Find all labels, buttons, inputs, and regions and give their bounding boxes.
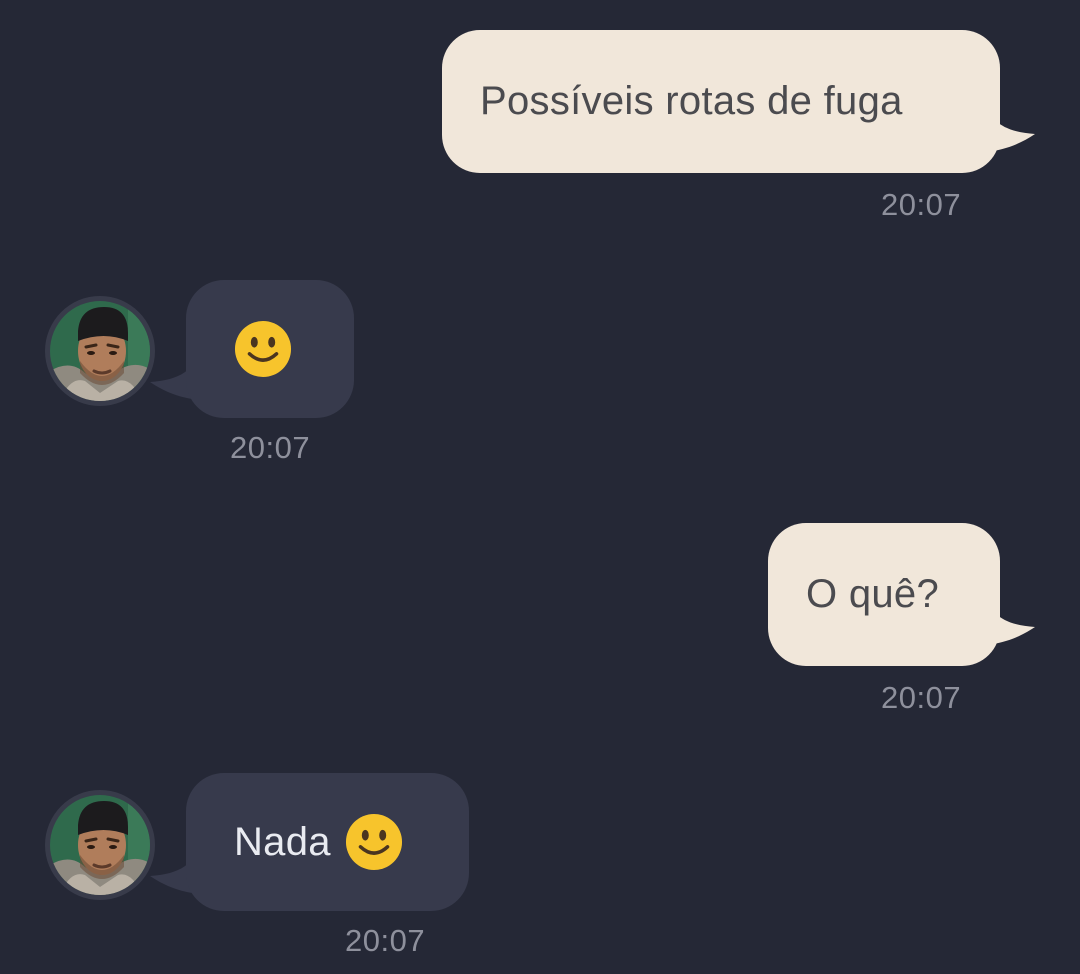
message-timestamp: 20:07 xyxy=(881,680,962,715)
message-timestamp: 20:07 xyxy=(230,430,311,465)
message-bubble[interactable]: Nada xyxy=(186,773,469,911)
message-timestamp: 20:07 xyxy=(345,923,426,958)
chat-screen: { "messages": [ {"id": "m1", "direction"… xyxy=(0,0,1080,974)
message-text: O quê? xyxy=(806,572,940,616)
slightly-smiling-face-emoji xyxy=(345,813,403,871)
avatar-photo xyxy=(50,301,150,401)
bubble-tail xyxy=(985,100,1035,152)
avatar-photo xyxy=(50,795,150,895)
bubble-tail xyxy=(985,593,1035,645)
slightly-smiling-face-emoji xyxy=(234,320,292,378)
message-timestamp: 20:07 xyxy=(881,187,962,222)
message-bubble[interactable]: Possíveis rotas de fuga xyxy=(442,30,1000,173)
contact-avatar[interactable] xyxy=(45,296,155,406)
message-bubble[interactable]: O quê? xyxy=(768,523,1000,666)
message-text: Possíveis rotas de fuga xyxy=(480,79,903,123)
message-bubble[interactable] xyxy=(186,280,354,418)
contact-avatar[interactable] xyxy=(45,790,155,900)
message-text: Nada xyxy=(234,819,331,864)
